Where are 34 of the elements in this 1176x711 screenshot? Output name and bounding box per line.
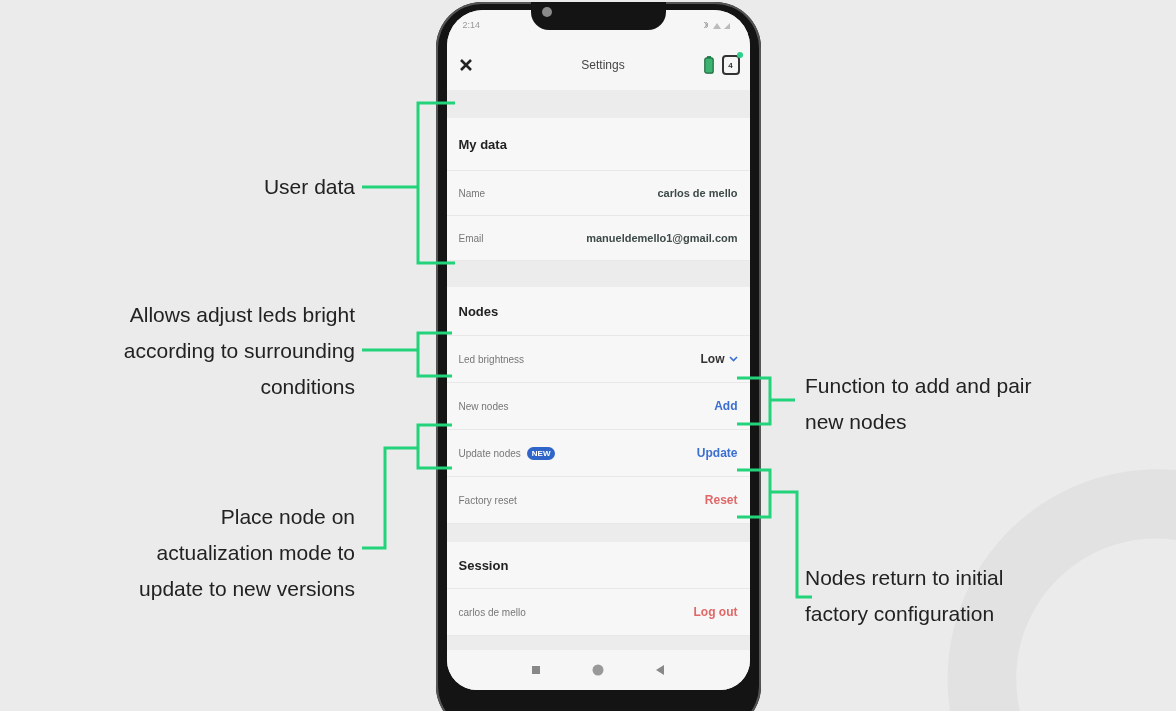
field-value: carlos de mello [657, 187, 738, 199]
status-icons [701, 20, 732, 30]
close-button[interactable] [458, 58, 473, 72]
row-label: Led brightness [458, 353, 525, 365]
annotation-text: User data [263, 174, 355, 200]
screen-title: Settings [580, 58, 626, 72]
home-nav-icon[interactable] [592, 664, 604, 676]
brightness-dropdown[interactable]: Low [700, 350, 738, 368]
field-value: manueldemello1@gmail.com [586, 232, 738, 244]
bracket-leader [735, 376, 797, 426]
action-link[interactable]: Add [714, 397, 738, 415]
action-link[interactable]: Log out [693, 603, 738, 621]
section-title: Nodes [458, 303, 499, 319]
new-badge: NEW [526, 446, 556, 460]
action-link[interactable]: Reset [704, 491, 738, 509]
annotation-text: Place node on actualization mode to update to new versions [139, 504, 355, 602]
annotation-text: Nodes return to initial factory configuration [805, 565, 1004, 627]
row-label: New nodes [458, 400, 509, 412]
chevron-down-icon [728, 356, 738, 362]
device-count-icon[interactable]: 4 [721, 55, 740, 75]
section-title: My data [458, 136, 507, 152]
camera-icon [540, 6, 553, 18]
annotation-text: Function to add and pair new nodes [805, 373, 1032, 435]
row-label: carlos de mello [458, 606, 526, 618]
row-label: Factory reset [458, 494, 517, 506]
status-time: 2:14 [462, 20, 481, 30]
row-label: Name [458, 187, 486, 199]
section-title: Session [458, 557, 509, 573]
battery-icon[interactable] [703, 56, 714, 74]
action-link[interactable]: Update [696, 444, 738, 462]
back-nav-icon[interactable] [656, 665, 664, 675]
annotation-text: Allows adjust leds bright according to surrounding conditions [123, 302, 355, 400]
row-label: Update nodes [458, 447, 521, 459]
row-label: Email [458, 232, 484, 244]
